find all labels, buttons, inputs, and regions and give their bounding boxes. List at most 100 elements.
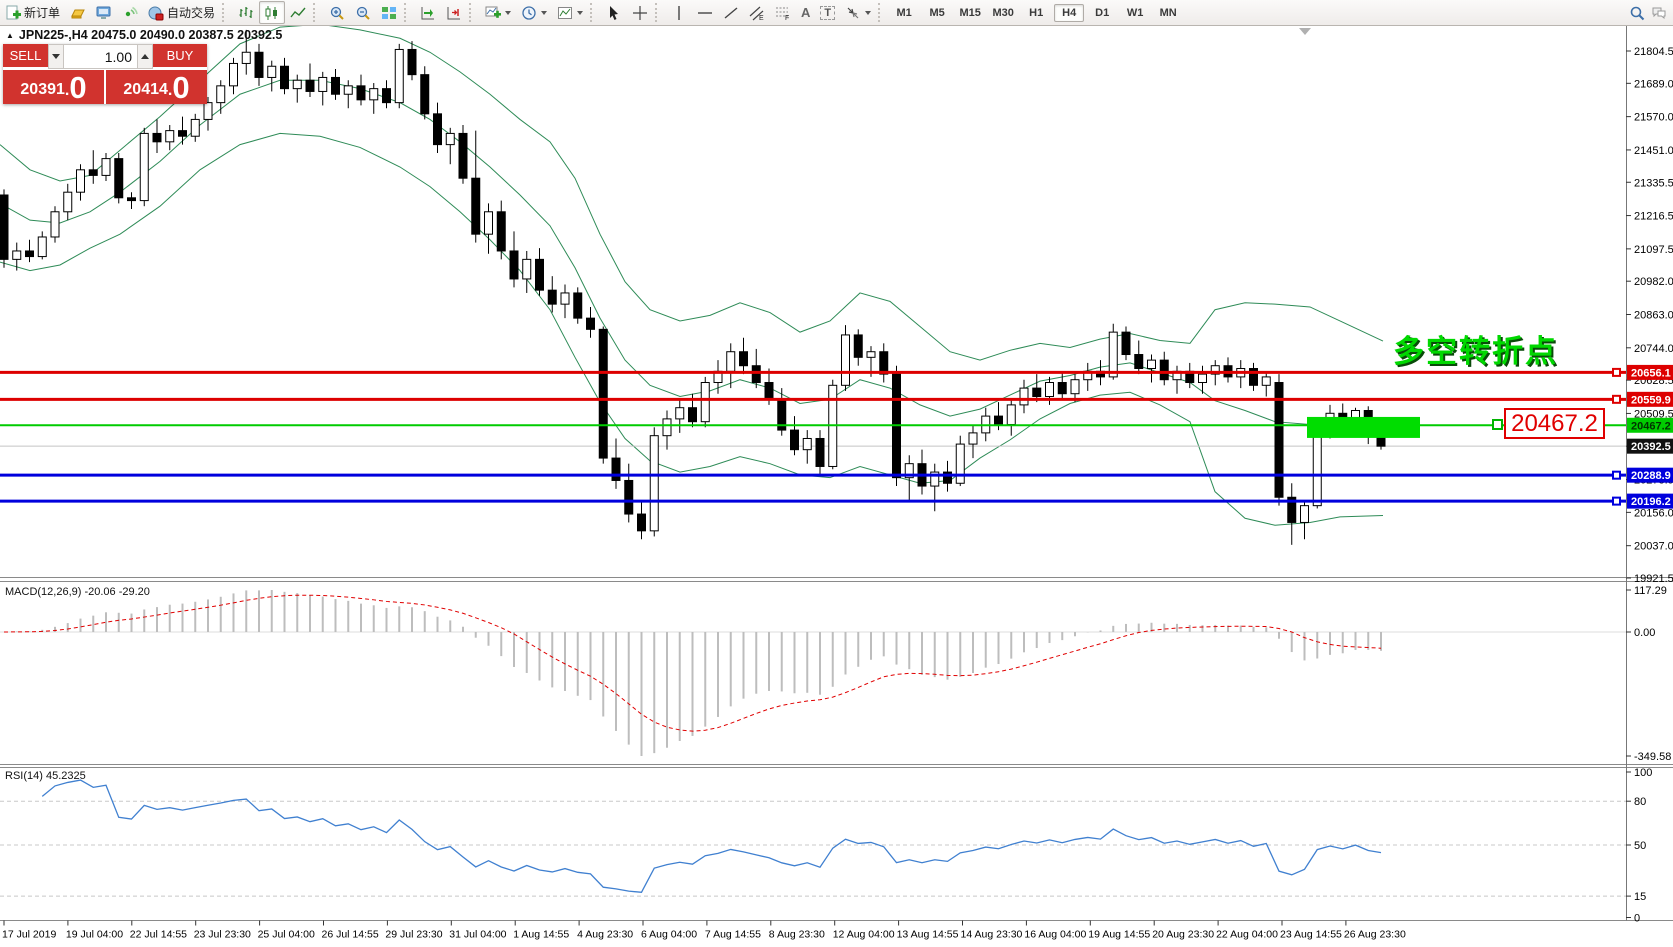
vertical-line-tool-button[interactable] [666, 1, 692, 24]
volume-increase-button[interactable] [137, 44, 153, 69]
signals-button[interactable] [117, 1, 143, 24]
time-axis-label: 26 Aug 23:30 [1344, 929, 1406, 941]
cursor-tool-button[interactable] [601, 1, 627, 24]
auto-scroll-button[interactable] [415, 1, 441, 24]
fibonacci-tool-button[interactable]: F [770, 1, 796, 24]
channel-tool-button[interactable]: E [744, 1, 770, 24]
strategy-tester-button[interactable] [91, 1, 117, 24]
shapes-icon [845, 5, 861, 21]
candle [650, 436, 658, 531]
trendline-icon [723, 5, 739, 21]
timeframe-m5[interactable]: M5 [922, 4, 952, 22]
crosshair-tool-button[interactable] [627, 1, 653, 24]
market-depth-button[interactable] [65, 1, 91, 24]
svg-text:117.29: 117.29 [1634, 585, 1667, 597]
timeframe-w1[interactable]: W1 [1120, 4, 1150, 22]
timeframe-m15[interactable]: M15 [955, 4, 985, 22]
add-indicator-button[interactable] [480, 1, 516, 24]
svg-text:20656.1: 20656.1 [1631, 367, 1671, 379]
sell-button[interactable]: SELL [3, 44, 48, 69]
horizontal-line-tool-button[interactable] [692, 1, 718, 24]
timeframe-mn[interactable]: MN [1153, 4, 1183, 22]
horizontal-line-icon [697, 5, 713, 21]
line-chart-icon [290, 5, 306, 21]
tile-windows-button[interactable] [376, 1, 402, 24]
svg-text:20392.5: 20392.5 [1631, 441, 1671, 453]
toolbar-grip [222, 3, 231, 22]
svg-text:50: 50 [1634, 840, 1646, 852]
toolbar-grip [590, 3, 599, 22]
svg-text:20037.0: 20037.0 [1634, 541, 1673, 553]
toolbar-grip [313, 3, 322, 22]
gold-bar-icon [70, 5, 86, 21]
candle [676, 408, 684, 419]
timeframe-h1[interactable]: H1 [1021, 4, 1051, 22]
timeframe-h4[interactable]: H4 [1054, 4, 1084, 22]
candle [523, 259, 531, 279]
candle [459, 133, 467, 178]
new-order-button[interactable]: 新订单 [0, 1, 65, 24]
time-axis-label: 16 Aug 04:00 [1024, 929, 1086, 941]
chart-area[interactable]: 21804.521689.021570.021451.021335.521216… [0, 25, 1673, 947]
candle [995, 416, 1003, 424]
volume-decrease-button[interactable] [48, 44, 64, 69]
toolbar-grip [878, 3, 887, 22]
volume-input[interactable] [64, 44, 137, 69]
zoom-in-button[interactable] [324, 1, 350, 24]
chat-icon[interactable] [1651, 5, 1667, 21]
text-label-tool-button[interactable]: T [815, 1, 840, 24]
zoom-out-button[interactable] [350, 1, 376, 24]
candle [64, 192, 72, 212]
rsi-line [42, 780, 1381, 892]
candle-chart-mode-button[interactable] [259, 1, 285, 24]
buy-button[interactable]: BUY [153, 44, 207, 69]
candle [1262, 377, 1270, 385]
bar-chart-mode-button[interactable] [233, 1, 259, 24]
time-axis-label: 26 Jul 14:55 [322, 929, 379, 941]
candle [1058, 383, 1066, 394]
candle [115, 159, 123, 198]
svg-text:20863.0: 20863.0 [1634, 310, 1673, 322]
chart-shift-button[interactable] [441, 1, 467, 24]
sell-price-display[interactable]: 20391.0 [3, 70, 104, 104]
candle [472, 178, 480, 234]
auto-trading-button[interactable]: 自动交易 [143, 1, 220, 24]
time-axis-label: 14 Aug 23:30 [961, 929, 1023, 941]
trendline-handle[interactable] [1492, 419, 1503, 430]
candle [867, 352, 875, 358]
candle [230, 63, 238, 85]
mt-terminal-window: 新订单 自动交易 [0, 0, 1673, 947]
symbol-collapse-icon[interactable]: ▲ [6, 31, 14, 40]
trendline-tool-button[interactable] [718, 1, 744, 24]
timeframe-m1[interactable]: M1 [889, 4, 919, 22]
candle [191, 119, 199, 136]
price-chart-canvas[interactable]: 21804.521689.021570.021451.021335.521216… [0, 25, 1673, 947]
template-icon [557, 5, 573, 21]
line-chart-mode-button[interactable] [285, 1, 311, 24]
timeframe-m30[interactable]: M30 [988, 4, 1018, 22]
text-tool-icon: A [801, 5, 810, 20]
candle [281, 66, 289, 88]
svg-text:20156.0: 20156.0 [1634, 507, 1673, 519]
toolbar-grip [655, 3, 664, 22]
candle [13, 251, 21, 259]
svg-text:20982.0: 20982.0 [1634, 276, 1673, 288]
svg-text:19921.5: 19921.5 [1634, 573, 1673, 585]
price-callout-label[interactable]: 20467.2 [1504, 408, 1605, 439]
templates-button[interactable] [552, 1, 588, 24]
turning-point-annotation[interactable]: 多空转折点 [1393, 326, 1558, 371]
text-tool-button[interactable]: A [796, 1, 815, 24]
arrows-tool-button[interactable] [840, 1, 876, 24]
dropdown-caret-icon [505, 11, 511, 15]
candle [1020, 388, 1028, 405]
svg-text:100: 100 [1634, 767, 1652, 779]
svg-text:20196.2: 20196.2 [1631, 496, 1671, 508]
svg-text:20559.9: 20559.9 [1631, 394, 1671, 406]
symbol-ohlc-text: JPN225-,H4 20475.0 20490.0 20387.5 20392… [19, 28, 282, 42]
buy-price-display[interactable]: 20414.0 [106, 70, 207, 104]
search-icon[interactable] [1629, 5, 1645, 21]
periods-button[interactable] [516, 1, 552, 24]
candle [791, 430, 799, 450]
timeframe-d1[interactable]: D1 [1087, 4, 1117, 22]
bollinger-lower-band [0, 133, 1383, 525]
